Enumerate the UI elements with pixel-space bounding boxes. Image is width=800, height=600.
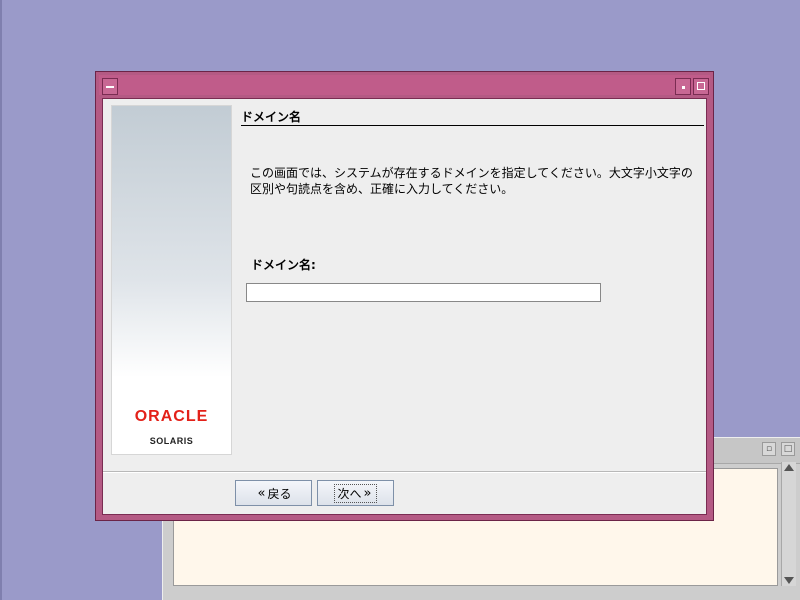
window-titlebar[interactable] (99, 75, 710, 95)
chevron-right-icon: » (363, 485, 372, 501)
maximize-icon[interactable] (693, 78, 709, 95)
page-title: ドメイン名 (241, 110, 302, 124)
dialog-content: ORACLE SOLARIS ドメイン名 この画面では、システムが存在するドメイ… (102, 98, 707, 515)
button-divider-highlight (103, 472, 706, 473)
scrollbar[interactable] (781, 462, 796, 586)
maximize-icon[interactable]: □ (781, 442, 795, 456)
next-button[interactable]: 次へ » (317, 480, 394, 506)
domain-name-input[interactable] (246, 283, 601, 302)
chevron-left-icon: « (257, 485, 266, 501)
solaris-product-name: SOLARIS (149, 436, 194, 446)
domain-name-label: ドメイン名: (251, 258, 316, 272)
desktop-edge (0, 0, 2, 600)
minimize-icon[interactable] (675, 78, 691, 95)
installer-window: ORACLE SOLARIS ドメイン名 この画面では、システムが存在するドメイ… (95, 71, 714, 521)
instructions-text: この画面では、システムが存在するドメインを指定してください。大文字小文字の区別や… (250, 166, 693, 196)
back-button-label: 戻る (267, 486, 292, 501)
title-divider (241, 125, 704, 126)
branding-panel: ORACLE SOLARIS (111, 105, 232, 455)
window-menu-icon[interactable] (102, 78, 118, 95)
next-button-label: 次へ (337, 486, 362, 501)
back-button[interactable]: « 戻る (235, 480, 312, 506)
oracle-logo: ORACLE (134, 408, 209, 425)
minimize-icon[interactable]: ▫ (762, 442, 776, 456)
scroll-up-icon[interactable] (784, 464, 794, 471)
next-button-focus: 次へ » (333, 483, 378, 503)
scroll-down-icon[interactable] (784, 577, 794, 584)
